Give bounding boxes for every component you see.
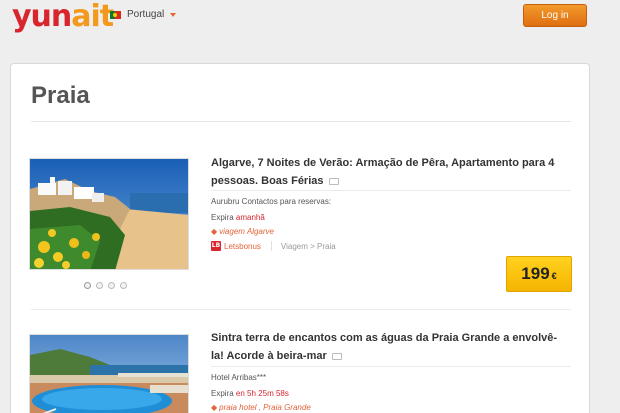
tag-icon: ◆ — [211, 227, 218, 236]
expiry-prefix: Expira — [211, 389, 234, 398]
source-name[interactable]: Letsbonus — [224, 242, 261, 251]
letsbonus-logo-icon: LB — [211, 241, 221, 251]
deal-tags-text[interactable]: viagem Algarve — [219, 227, 274, 236]
expiry-value: en 5h 25m 58s — [235, 389, 289, 398]
deal-title[interactable]: Sintra terra de encantos com as águas da… — [211, 329, 566, 365]
country-selector[interactable]: Portugal — [110, 9, 177, 20]
login-button[interactable]: Log in — [523, 4, 587, 27]
deal-separator — [211, 366, 571, 367]
price-badge[interactable]: 199 € — [506, 256, 572, 292]
deal-vendor: Aurubru Contactos para reservas: — [211, 197, 332, 206]
deal-image-sintra[interactable] — [29, 334, 189, 413]
deal-tags[interactable]: ◆ praia hotel , Praia Grande — [211, 403, 311, 412]
source-divider — [270, 241, 272, 251]
comment-icon[interactable] — [328, 177, 339, 185]
page-title: Praia — [31, 82, 90, 109]
tag-icon: ◆ — [211, 403, 218, 412]
carousel-dots — [84, 282, 127, 289]
deal-title[interactable]: Algarve, 7 Noites de Verão: Armação de P… — [211, 154, 566, 190]
price-value: 199 — [521, 264, 550, 283]
deal-divider — [31, 309, 571, 310]
price-currency: € — [551, 271, 557, 281]
deal-expiry: Expira en 5h 25m 58s — [211, 389, 289, 398]
country-label: Portugal — [127, 9, 165, 20]
deal-title-text[interactable]: Algarve, 7 Noites de Verão: Armação de P… — [211, 157, 554, 187]
title-divider — [31, 121, 571, 122]
carousel-dot[interactable] — [108, 282, 115, 289]
expiry-prefix: Expira — [211, 213, 234, 222]
deals-panel: Praia Algarve, 7 Noites de Verão: Armaçã… — [10, 63, 590, 413]
deal-vendor: Hotel Arribas*** — [211, 373, 267, 382]
expiry-value: amanhã — [235, 213, 265, 222]
deal-breadcrumb[interactable]: Viagem > Praia — [281, 242, 336, 251]
top-bar: yunait Portugal Log in — [0, 0, 620, 52]
logo-text-red: yun — [12, 0, 72, 34]
deal-image-algarve[interactable] — [29, 158, 189, 270]
deal-source: LB Letsbonus Viagem > Praia — [211, 241, 336, 251]
portugal-flag-icon — [110, 10, 121, 19]
carousel-dot[interactable] — [84, 282, 91, 289]
carousel-dot[interactable] — [120, 282, 127, 289]
deal-tags[interactable]: ◆ viagem Algarve — [211, 227, 274, 236]
deal-tags-text[interactable]: praia hotel , Praia Grande — [219, 403, 311, 412]
deal-title-text[interactable]: Sintra terra de encantos com as águas da… — [211, 332, 557, 362]
carousel-dot[interactable] — [96, 282, 103, 289]
deal-expiry: Expira amanhã — [211, 213, 265, 222]
logo-text-orange: ait — [71, 0, 114, 34]
chevron-down-icon — [170, 12, 177, 17]
deal-separator — [211, 190, 571, 191]
site-logo[interactable]: yunait — [12, 0, 114, 34]
comment-icon[interactable] — [331, 352, 342, 360]
